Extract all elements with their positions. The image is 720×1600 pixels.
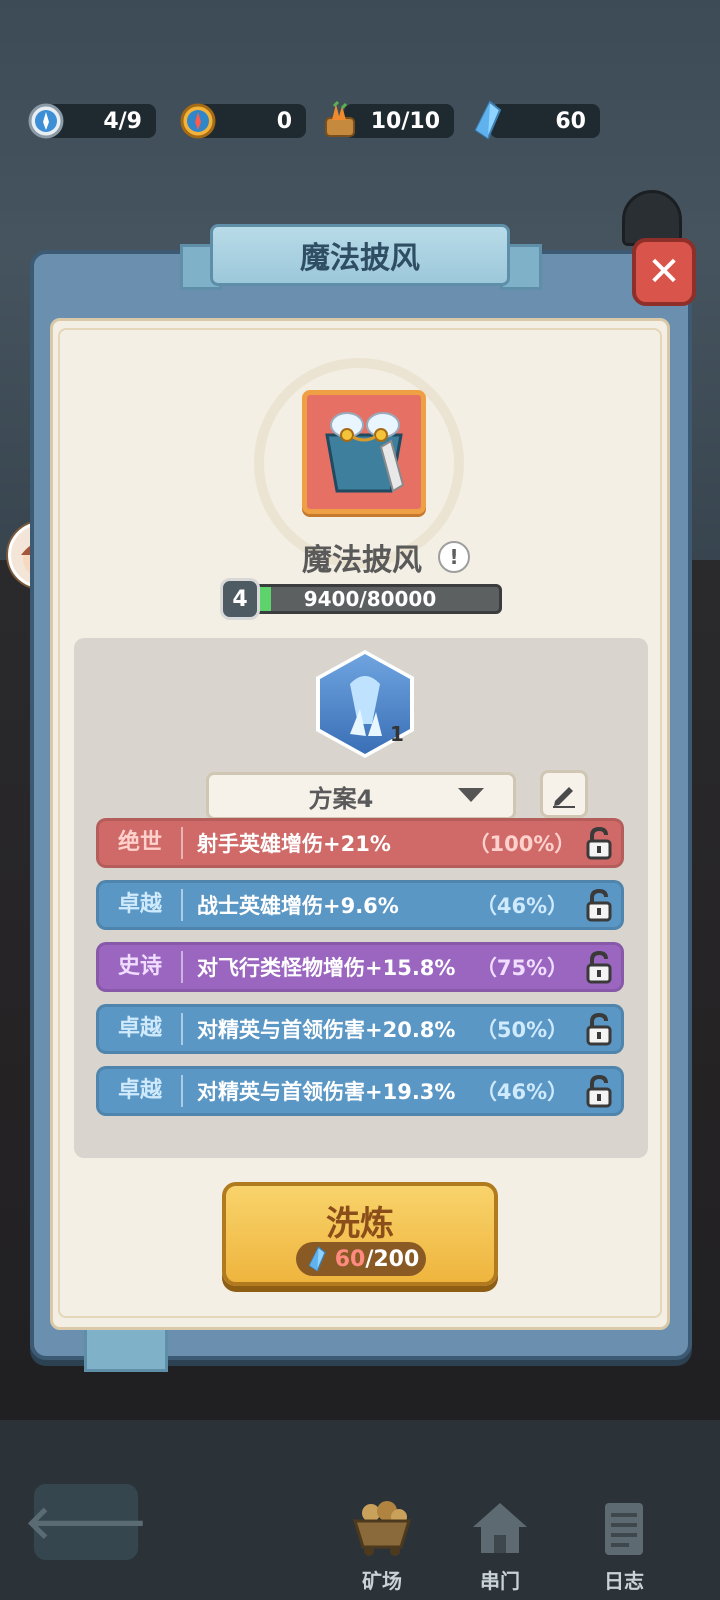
cape-icon (325, 412, 405, 493)
nav-visit[interactable]: 串门 (452, 1484, 548, 1594)
arrow-left-icon: 🡐 (24, 1495, 148, 1549)
crystal-icon (308, 1246, 326, 1272)
stat-percent: （75%） (475, 956, 569, 980)
skill-count: 1 (390, 722, 404, 746)
stat-tier: 绝世 (99, 827, 183, 859)
stat-tier: 卓越 (99, 1013, 183, 1045)
unlock-icon[interactable] (577, 823, 621, 863)
chevron-down-icon (458, 788, 484, 802)
stat-percent: （46%） (475, 894, 569, 918)
info-icon[interactable]: ! (438, 541, 470, 573)
item-card[interactable] (302, 390, 426, 514)
stat-percent: （50%） (475, 1018, 569, 1042)
panel-title: 魔法披风 (210, 224, 510, 286)
level-badge: 4 (220, 578, 260, 620)
back-button[interactable]: 🡐 (24, 1484, 148, 1560)
xp-progress-bar: 9400/80000 (238, 584, 502, 614)
nav-visit-label: 串门 (480, 1569, 520, 1593)
compass-gold-icon (178, 100, 218, 140)
edit-plan-button[interactable] (540, 770, 588, 818)
refine-button[interactable]: 洗炼 60/200 (222, 1182, 498, 1286)
refine-cost-separator: / (365, 1246, 374, 1272)
stat-tier: 史诗 (99, 951, 183, 983)
nav-log[interactable]: 日志 (576, 1484, 672, 1594)
unlock-icon[interactable] (577, 1071, 621, 1111)
stat-text: 战士英雄增伤+9.6% (197, 894, 399, 918)
refine-label: 洗炼 (326, 1204, 394, 1244)
stat-tier: 卓越 (99, 889, 183, 921)
resource-counter: 10/10 (344, 104, 454, 138)
item-name: 魔法披风 (302, 543, 422, 578)
stat-text: 对飞行类怪物增伤+15.8% (197, 956, 456, 980)
stat-row: 绝世 射手英雄增伤+21% （100%） (96, 818, 624, 868)
stat-row: 史诗 对飞行类怪物增伤+15.8% （75%） (96, 942, 624, 992)
stat-row: 卓越 战士英雄增伤+9.6% （46%） (96, 880, 624, 930)
refine-cost-current: 60 (334, 1246, 366, 1272)
plan-label: 方案4 (308, 784, 374, 813)
mine-cart-icon (349, 1499, 415, 1559)
stat-text: 对精英与首领伤害+20.8% (197, 1018, 456, 1042)
refine-cost: 60/200 (296, 1242, 426, 1276)
stat-text: 射手英雄增伤+21% (197, 832, 391, 856)
unlock-icon[interactable] (577, 1009, 621, 1049)
stat-row: 卓越 对精英与首领伤害+20.8% （50%） (96, 1004, 624, 1054)
pencil-icon (553, 787, 575, 808)
log-icon (591, 1499, 657, 1559)
nav-mine-label: 矿场 (362, 1569, 402, 1593)
carrot-basket-icon (320, 100, 360, 140)
xp-text: 9400/80000 (303, 587, 437, 611)
stat-tier: 卓越 (99, 1075, 183, 1107)
crystal-icon (466, 100, 506, 140)
house-icon (467, 1499, 533, 1559)
stat-row: 卓越 对精英与首领伤害+19.3% （46%） (96, 1066, 624, 1116)
close-button[interactable]: ✕ (632, 238, 696, 306)
unlock-icon[interactable] (577, 885, 621, 925)
close-icon: ✕ (647, 249, 681, 295)
nav-log-label: 日志 (604, 1569, 644, 1593)
refine-cost-max: 200 (373, 1246, 420, 1272)
nav-mine[interactable]: 矿场 (334, 1484, 430, 1594)
compass-blue-icon (26, 100, 66, 140)
stat-percent: （46%） (475, 1080, 569, 1104)
stat-text: 对精英与首领伤害+19.3% (197, 1080, 456, 1104)
stat-percent: （100%） (468, 832, 576, 856)
unlock-icon[interactable] (577, 947, 621, 987)
resource-counter: 60 (490, 104, 600, 138)
